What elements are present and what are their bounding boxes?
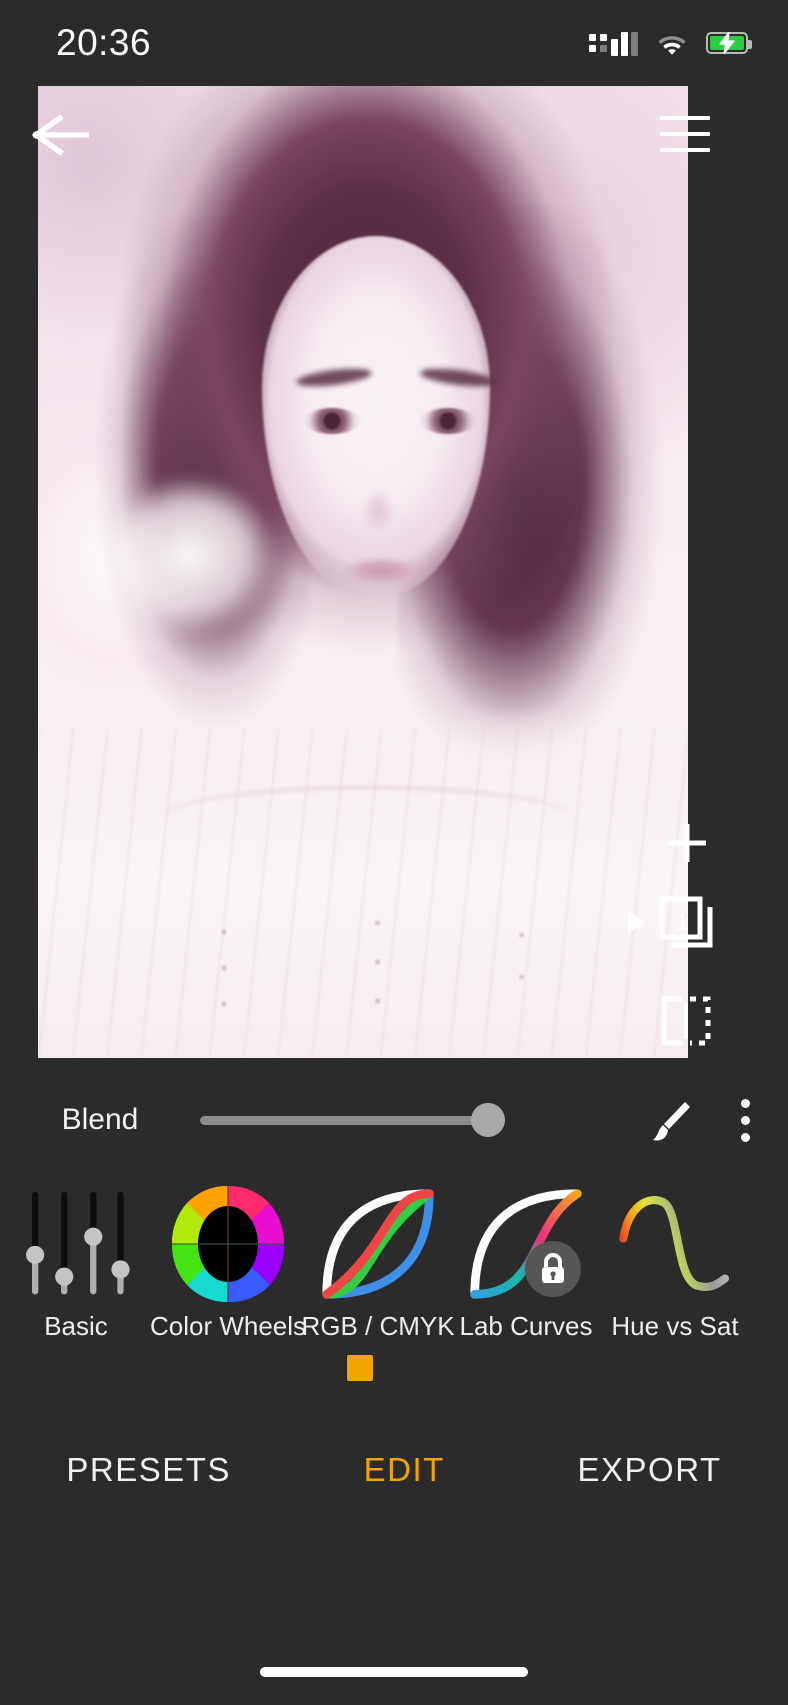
status-bar: 20:36 [0,0,788,86]
nav-edit[interactable]: EDIT [364,1451,445,1489]
tool-label: Lab Curves [459,1311,593,1341]
brush-icon[interactable] [644,1097,690,1143]
status-bar-clock: 20:36 [56,22,152,63]
before-after-compare-icon[interactable] [658,995,711,1046]
tool-carousel[interactable]: Basic Color Wheels RGB / CMYK Lab Curves… [0,1185,788,1360]
signal-bar-1 [611,39,618,56]
photo-canvas[interactable] [38,86,688,1058]
blend-control-row: Blend [0,1075,788,1165]
sliders-icon [17,1185,135,1303]
home-indicator-bar[interactable] [260,1667,528,1677]
wifi-icon [657,32,687,55]
signal-bar-3 [631,32,638,56]
layers-count-badge: 1 [675,910,689,935]
lab-curves-icon [467,1185,585,1303]
tool-label: Color Wheels [149,1311,307,1341]
blend-slider-track [200,1115,500,1125]
tool-hue-vs-sat[interactable]: Hue vs Sat [600,1185,750,1342]
tool-rgb-cmyk[interactable]: RGB / CMYK [301,1185,455,1342]
tool-color-wheels[interactable]: Color Wheels [149,1185,307,1342]
status-bar-icons [589,30,752,56]
plus-icon[interactable] [664,820,710,866]
blend-label: Blend [61,1103,139,1136]
signal-bar-2 [621,32,628,56]
hamburger-menu-icon[interactable] [660,116,710,152]
tool-label: RGB / CMYK [301,1311,455,1341]
tool-label: Basic [44,1311,108,1341]
color-wheel-icon [169,1185,287,1303]
tool-label: Hue vs Sat [611,1311,739,1341]
charging-bolt-icon [719,32,735,54]
kebab-menu-icon[interactable] [740,1097,750,1143]
active-tool-indicator [347,1355,373,1381]
blend-slider-knob[interactable] [471,1103,505,1137]
tool-lab-curves[interactable]: Lab Curves [452,1185,600,1342]
nav-export[interactable]: EXPORT [578,1451,722,1489]
edited-photo-preview [38,86,688,1058]
signal-dots [589,34,607,52]
blend-slider[interactable] [200,1100,505,1140]
tool-basic[interactable]: Basic [0,1185,152,1342]
lock-icon [525,1241,581,1297]
battery-charging-icon [706,32,752,54]
nav-presets[interactable]: PRESETS [66,1451,231,1489]
rgb-curves-icon [319,1185,437,1303]
blend-row-actions [644,1097,788,1143]
play-triangle-icon[interactable] [626,908,648,934]
hue-sat-curve-icon [616,1185,734,1303]
bottom-navigation: PRESETS EDIT EXPORT [0,1425,788,1515]
cellular-signal-icon [589,30,638,56]
back-arrow-icon[interactable] [30,112,104,158]
